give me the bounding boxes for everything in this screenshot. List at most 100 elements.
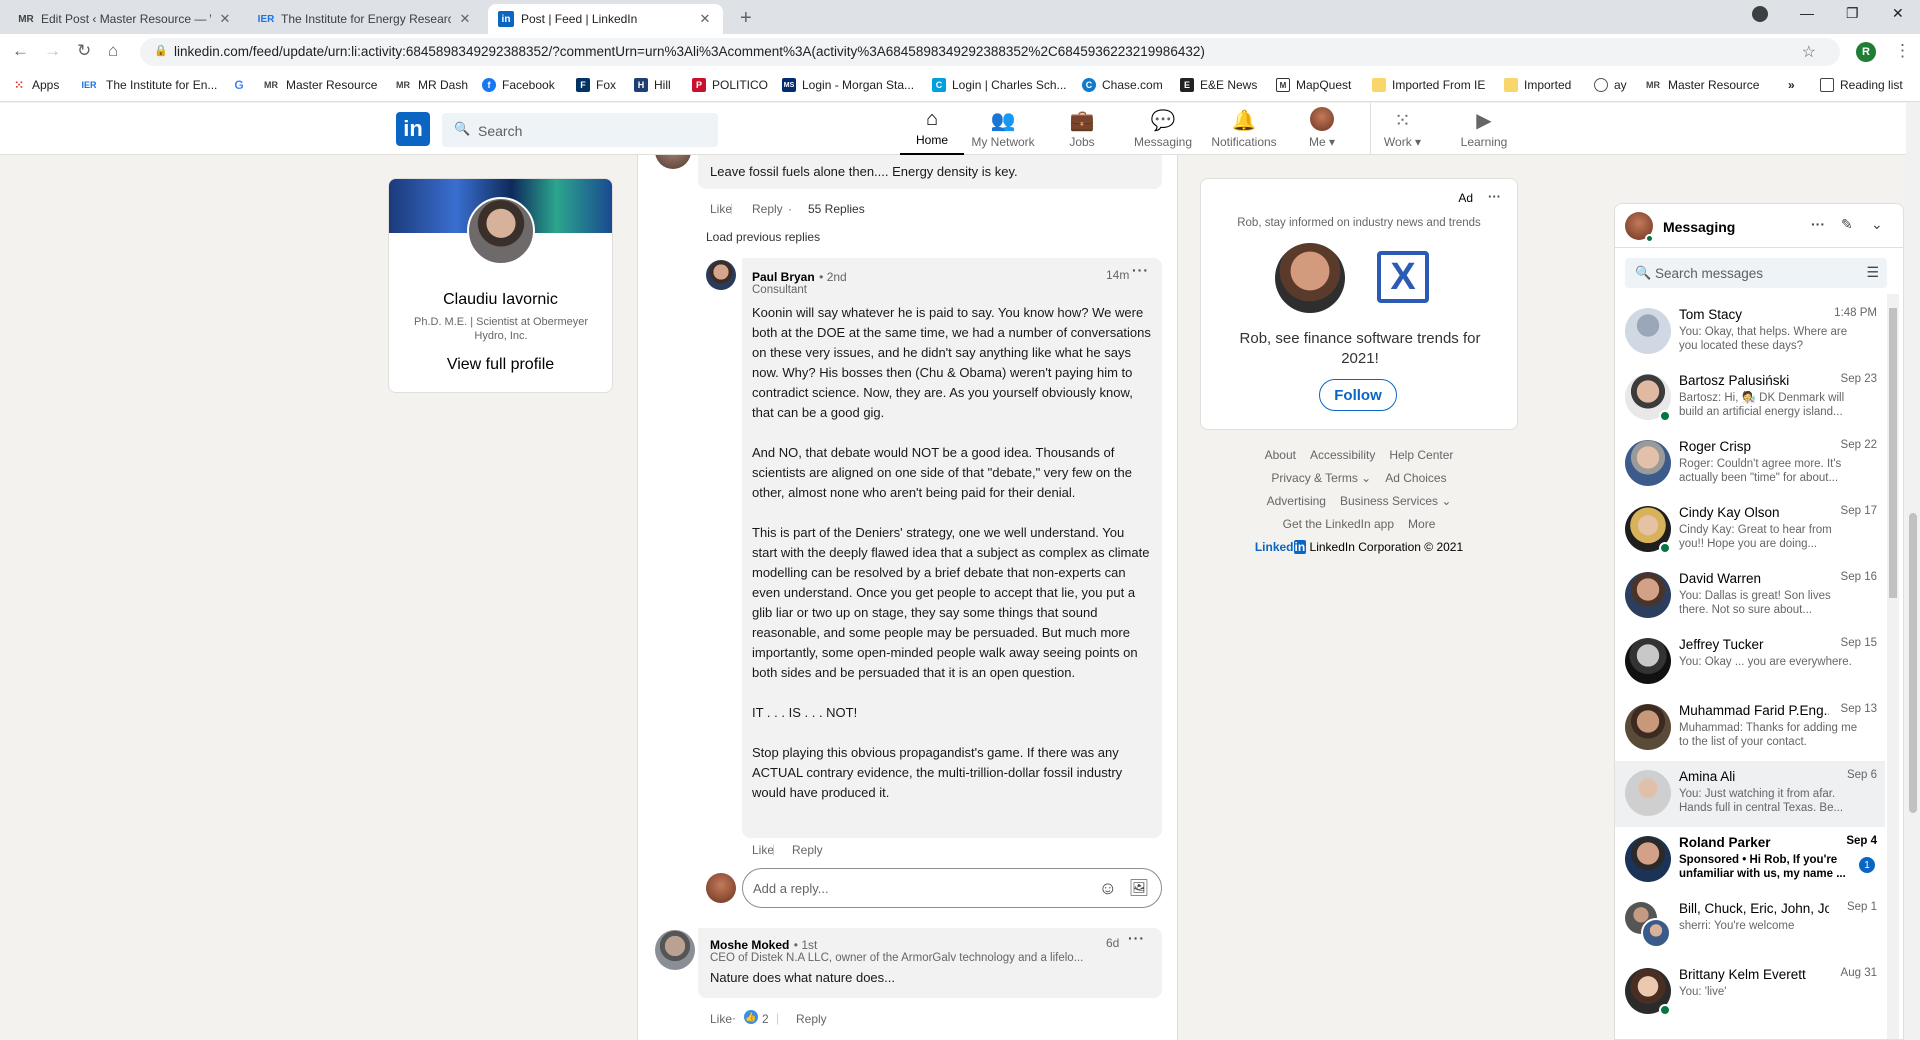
bookmark-star-icon[interactable]: ☆ bbox=[1802, 42, 1816, 62]
home-icon[interactable]: ⌂ bbox=[108, 41, 118, 61]
avatar[interactable] bbox=[655, 930, 695, 970]
nav-messaging[interactable]: 💬 Messaging bbox=[1128, 103, 1198, 155]
nav-home[interactable]: ⌂ Home bbox=[900, 103, 964, 155]
author-name[interactable]: Moshe Moked bbox=[710, 938, 789, 952]
close-icon[interactable]: ✕ bbox=[697, 11, 713, 27]
more-options-icon[interactable]: ··· bbox=[1132, 262, 1149, 278]
replies-count-link[interactable]: 55 Replies bbox=[808, 202, 865, 216]
more-options-icon[interactable]: ··· bbox=[1488, 189, 1501, 204]
image-icon[interactable]: 🖼 bbox=[1129, 878, 1149, 898]
bookmark-apps[interactable]: ⁙ Apps bbox=[12, 78, 59, 92]
restore-icon[interactable]: ❐ bbox=[1846, 5, 1859, 22]
footer-link-business-services[interactable]: Business Services ⌄ bbox=[1340, 494, 1451, 508]
footer-link-advertising[interactable]: Advertising bbox=[1267, 494, 1326, 508]
nav-me[interactable]: Me ▾ bbox=[1294, 103, 1350, 155]
conversation-item[interactable]: Muhammad Farid P.Eng... Sep 13 Muhammad:… bbox=[1615, 695, 1885, 761]
author-name[interactable]: Paul Bryan bbox=[752, 270, 815, 284]
conversation-item[interactable]: Bill, Chuck, Eric, John, Jo... Sep 1 she… bbox=[1615, 893, 1885, 959]
linkedin-logo[interactable]: in bbox=[396, 112, 430, 146]
messaging-header[interactable]: Messaging ··· ✎ ⌄ bbox=[1615, 204, 1903, 248]
nav-learning[interactable]: ▶ Learning bbox=[1452, 103, 1516, 155]
bookmark-master-resource-2[interactable]: MR Master Resource bbox=[1644, 78, 1759, 92]
like-button[interactable]: Like bbox=[752, 843, 774, 857]
avatar[interactable] bbox=[467, 197, 535, 265]
bookmark-facebook[interactable]: f Facebook bbox=[482, 78, 555, 92]
more-options-icon[interactable]: ··· bbox=[1811, 216, 1825, 232]
minimize-icon[interactable]: — bbox=[1800, 5, 1814, 21]
bookmark-master-resource[interactable]: MR Master Resource bbox=[262, 78, 377, 92]
back-arrow-icon[interactable]: ← bbox=[12, 41, 29, 61]
reply-button[interactable]: Reply bbox=[752, 202, 783, 216]
bookmark-mapquest[interactable]: M MapQuest bbox=[1276, 78, 1351, 92]
messaging-scrollbar[interactable] bbox=[1887, 294, 1899, 1039]
more-bookmarks-chevron-icon[interactable]: » bbox=[1788, 78, 1795, 92]
bookmark-ier[interactable]: IER The Institute for En... bbox=[78, 78, 217, 92]
like-button[interactable]: Like bbox=[710, 202, 732, 216]
nav-work[interactable]: ⁙ Work ▾ bbox=[1370, 103, 1434, 155]
conversation-item[interactable]: Jeffrey Tucker Sep 15 You: Okay ... you … bbox=[1615, 629, 1885, 695]
bookmark-ee-news[interactable]: E E&E News bbox=[1180, 78, 1257, 92]
reading-list[interactable]: Reading list bbox=[1820, 78, 1903, 92]
tab-search-icon[interactable] bbox=[1752, 6, 1768, 22]
footer-link-about[interactable]: About bbox=[1265, 448, 1296, 462]
window-close-icon[interactable]: ✕ bbox=[1892, 5, 1904, 22]
bookmark-charles-schwab[interactable]: C Login | Charles Sch... bbox=[932, 78, 1067, 92]
search-messages-input[interactable]: 🔍 Search messages ☰ bbox=[1625, 258, 1887, 288]
bookmark-ay[interactable]: ay bbox=[1594, 78, 1627, 92]
page-scrollbar[interactable] bbox=[1906, 103, 1920, 1040]
reaction-count[interactable]: 2 bbox=[762, 1012, 769, 1026]
bookmark-google[interactable]: G bbox=[232, 78, 252, 92]
footer-link-help-center[interactable]: Help Center bbox=[1389, 448, 1453, 462]
footer-link-get-app[interactable]: Get the LinkedIn app bbox=[1283, 517, 1394, 531]
conversation-item[interactable]: Brittany Kelm Everett Aug 31 You: 'live' bbox=[1615, 959, 1885, 1025]
scrollbar-thumb[interactable] bbox=[1889, 308, 1897, 598]
bookmark-morgan-stanley[interactable]: MS Login - Morgan Sta... bbox=[782, 78, 914, 92]
address-bar[interactable]: 🔒 linkedin.com/feed/update/urn:li:activi… bbox=[140, 38, 1840, 66]
tab-ier[interactable]: IER The Institute for Energy Research ✕ bbox=[248, 4, 483, 34]
bookmark-politico[interactable]: P POLITICO bbox=[692, 78, 768, 92]
conversation-item[interactable]: Roger Crisp Sep 22 Roger: Couldn't agree… bbox=[1615, 431, 1885, 497]
nav-jobs[interactable]: 💼 Jobs bbox=[1050, 103, 1114, 155]
footer-link-privacy-terms[interactable]: Privacy & Terms ⌄ bbox=[1271, 471, 1371, 485]
conversation-item[interactable]: Roland Parker Sep 4 Sponsored • Hi Rob, … bbox=[1615, 827, 1885, 893]
conversation-item[interactable]: Tom Stacy 1:48 PM You: Okay, that helps.… bbox=[1615, 299, 1885, 365]
view-full-profile-link[interactable]: View full profile bbox=[389, 356, 612, 374]
footer-link-accessibility[interactable]: Accessibility bbox=[1310, 448, 1375, 462]
conversation-item[interactable]: Cindy Kay Olson Sep 17 Cindy Kay: Great … bbox=[1615, 497, 1885, 563]
more-options-icon[interactable]: ··· bbox=[1128, 930, 1145, 946]
conversation-item[interactable]: Bartosz Palusiński Sep 23 Bartosz: Hi, 🧑… bbox=[1615, 365, 1885, 431]
close-icon[interactable]: ✕ bbox=[457, 11, 473, 27]
close-icon[interactable]: ✕ bbox=[217, 11, 233, 27]
footer-link-more[interactable]: More bbox=[1408, 517, 1435, 531]
new-tab-plus-icon[interactable]: + bbox=[740, 7, 752, 30]
nav-my-network[interactable]: 👥 My Network bbox=[966, 103, 1040, 155]
follow-button[interactable]: Follow bbox=[1319, 379, 1397, 411]
bookmark-chase[interactable]: C Chase.com bbox=[1082, 78, 1163, 92]
bookmark-fox[interactable]: F Fox bbox=[576, 78, 616, 92]
browser-profile-avatar[interactable]: R bbox=[1856, 42, 1876, 62]
bookmark-imported[interactable]: Imported bbox=[1504, 78, 1571, 92]
forward-arrow-icon[interactable]: → bbox=[44, 41, 61, 61]
add-reply-input[interactable]: Add a reply... ☺ 🖼 bbox=[742, 868, 1162, 908]
reply-button[interactable]: Reply bbox=[796, 1012, 827, 1026]
scrollbar-thumb[interactable] bbox=[1909, 513, 1917, 813]
conversation-item[interactable]: Amina Ali Sep 6 You: Just watching it fr… bbox=[1615, 761, 1885, 827]
footer-link-ad-choices[interactable]: Ad Choices bbox=[1385, 471, 1446, 485]
avatar[interactable] bbox=[655, 155, 691, 169]
conversation-item[interactable]: David Warren Sep 16 You: Dallas is great… bbox=[1615, 563, 1885, 629]
load-previous-replies-link[interactable]: Load previous replies bbox=[706, 230, 820, 244]
emoji-icon[interactable]: ☺ bbox=[1099, 878, 1117, 899]
browser-menu-icon[interactable]: ⋮ bbox=[1894, 41, 1911, 61]
tab-linkedin[interactable]: in Post | Feed | LinkedIn ✕ bbox=[488, 4, 723, 34]
like-button[interactable]: Like bbox=[710, 1012, 732, 1026]
profile-name[interactable]: Claudiu Iavornic bbox=[389, 291, 612, 309]
reply-button[interactable]: Reply bbox=[792, 843, 823, 857]
bookmark-imported-from-ie[interactable]: Imported From IE bbox=[1372, 78, 1485, 92]
tab-edit-post[interactable]: MR Edit Post ‹ Master Resource — W ✕ bbox=[8, 4, 243, 34]
chevron-down-icon[interactable]: ⌄ bbox=[1871, 216, 1883, 233]
reload-icon[interactable]: ↻ bbox=[77, 41, 91, 61]
company-logo-icon[interactable]: X bbox=[1377, 251, 1429, 303]
avatar[interactable] bbox=[706, 260, 736, 290]
bookmark-hill[interactable]: H Hill bbox=[634, 78, 671, 92]
compose-icon[interactable]: ✎ bbox=[1841, 216, 1853, 233]
